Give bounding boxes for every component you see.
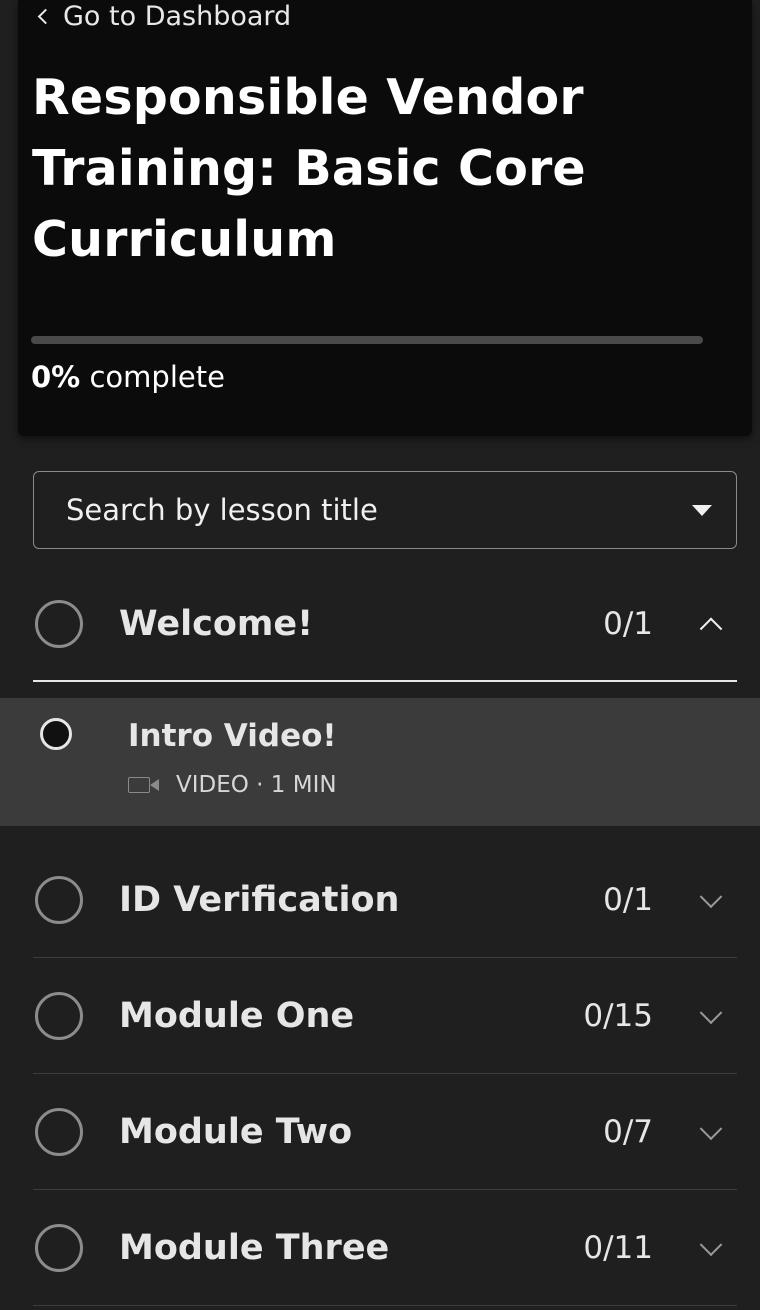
caret-down-icon: [692, 505, 712, 516]
section-progress-count: 0/1: [603, 882, 653, 918]
chevron-down-icon: [699, 1233, 723, 1257]
go-to-dashboard-link[interactable]: Go to Dashboard: [37, 0, 292, 36]
section-module-two[interactable]: Module Two 0/7: [33, 1074, 737, 1190]
section-divider: [33, 680, 737, 682]
course-progress-bar: [31, 336, 703, 344]
chevron-down-icon: [699, 1117, 723, 1141]
section-progress-count: 0/11: [583, 1230, 653, 1266]
video-camera-icon: [128, 776, 160, 794]
search-placeholder: Search by lesson title: [66, 493, 378, 527]
section-status-icon: [35, 992, 83, 1040]
section-divider: [33, 1304, 737, 1306]
section-title: Welcome!: [119, 604, 314, 644]
back-link-label: Go to Dashboard: [63, 0, 292, 32]
section-status-icon: [35, 1108, 83, 1156]
lesson-meta: VIDEO · 1 MIN: [128, 772, 337, 798]
section-id-verification[interactable]: ID Verification 0/1: [33, 842, 737, 958]
section-progress-count: 0/7: [603, 1114, 653, 1150]
progress-text: 0% complete: [31, 360, 225, 394]
section-title: Module Three: [119, 1228, 390, 1268]
section-module-three[interactable]: Module Three 0/11: [33, 1190, 737, 1306]
chevron-down-icon: [699, 885, 723, 909]
section-status-icon: [35, 876, 83, 924]
lesson-search-dropdown[interactable]: Search by lesson title: [33, 471, 737, 549]
lesson-title: Intro Video!: [128, 718, 337, 754]
section-progress-count: 0/1: [603, 606, 653, 642]
section-title: ID Verification: [119, 880, 400, 920]
lesson-type-duration: VIDEO · 1 MIN: [176, 772, 337, 798]
progress-suffix: complete: [89, 360, 225, 394]
lesson-status-icon: [40, 718, 72, 750]
section-title: Module Two: [119, 1112, 353, 1152]
progress-percent: 0%: [31, 360, 81, 394]
section-status-icon: [35, 600, 83, 648]
section-progress-count: 0/15: [583, 998, 653, 1034]
section-module-one[interactable]: Module One 0/15: [33, 958, 737, 1074]
lesson-item-intro-video[interactable]: Intro Video! VIDEO · 1 MIN: [0, 698, 760, 826]
section-status-icon: [35, 1224, 83, 1272]
chevron-down-icon: [699, 1001, 723, 1025]
chevron-up-icon: [699, 617, 723, 641]
section-welcome[interactable]: Welcome! 0/1: [33, 566, 737, 682]
chevron-left-icon: [37, 8, 54, 24]
section-title: Module One: [119, 996, 355, 1036]
course-title: Responsible Vendor Training: Basic Core …: [32, 69, 586, 268]
